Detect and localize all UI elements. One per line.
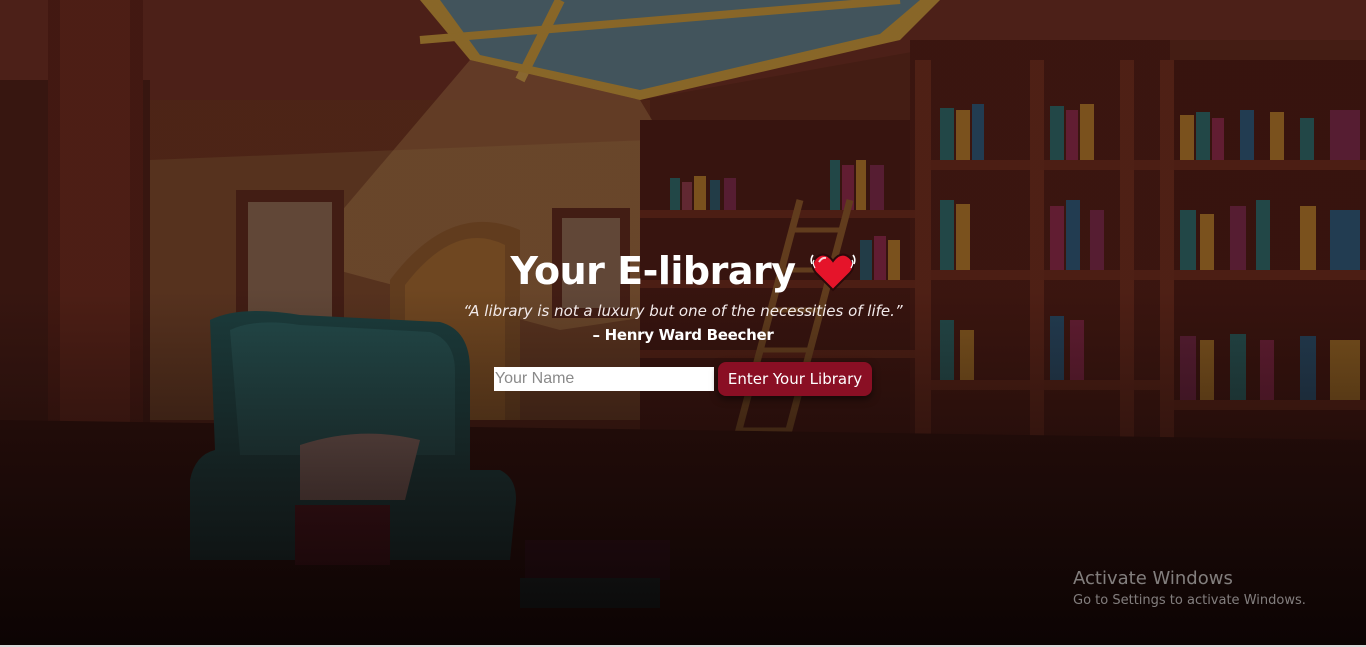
page-title: Your E-library: [510, 249, 796, 293]
name-form: Enter Your Library: [493, 362, 873, 396]
windows-activation-watermark: Activate Windows Go to Settings to activ…: [1073, 568, 1306, 608]
watermark-subtitle: Go to Settings to activate Windows.: [1073, 593, 1306, 608]
watermark-title: Activate Windows: [1073, 568, 1233, 589]
hero-section: Your E-library “A library is not a luxur…: [0, 246, 1366, 396]
name-input[interactable]: [493, 367, 714, 391]
heart-icon: [809, 251, 856, 293]
quote-author: – Henry Ward Beecher: [592, 326, 774, 344]
landing-page: Your E-library “A library is not a luxur…: [0, 0, 1366, 645]
enter-library-button[interactable]: Enter Your Library: [717, 362, 873, 396]
quote-text: “A library is not a luxury but one of th…: [463, 302, 903, 320]
title-row: Your E-library: [510, 246, 856, 296]
